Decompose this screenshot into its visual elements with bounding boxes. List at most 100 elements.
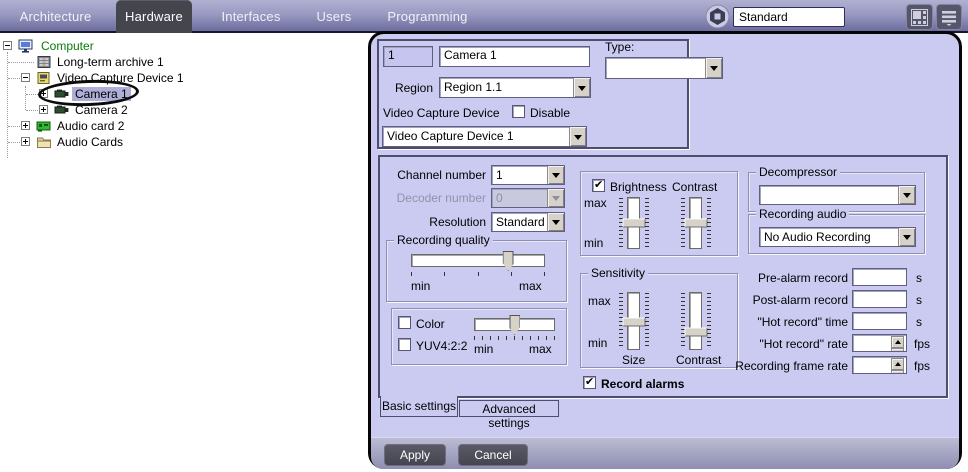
hot-record-rate-spinner[interactable]	[852, 334, 907, 352]
menu-tab-interfaces[interactable]: Interfaces	[205, 0, 297, 33]
resolution-label: Resolution	[429, 215, 486, 229]
brightness-label: Brightness	[610, 180, 667, 194]
apply-button[interactable]: Apply	[384, 444, 446, 466]
record-alarms-checkbox[interactable]	[583, 375, 596, 389]
expand-toggle-icon[interactable]	[21, 137, 30, 146]
tree-item-audio-cards-folder[interactable]: Audio Cards	[0, 134, 360, 150]
contrast-slider[interactable]	[684, 197, 707, 249]
chevron-down-icon[interactable]	[547, 213, 564, 231]
recording-audio-select[interactable]: No Audio Recording	[759, 227, 916, 247]
hot-record-time-unit: s	[916, 315, 922, 329]
dialog-button-bar: Apply Cancel	[371, 437, 959, 469]
recording-quality-slider[interactable]	[411, 251, 545, 271]
chevron-down-icon	[547, 189, 564, 207]
spinner-buttons[interactable]	[891, 358, 904, 373]
slider-thumb[interactable]	[622, 218, 645, 228]
post-alarm-record-field[interactable]	[852, 290, 907, 308]
screen-layout-grid-icon[interactable]	[906, 4, 933, 30]
disable-checkbox[interactable]	[512, 105, 525, 118]
expand-toggle-icon[interactable]	[21, 121, 30, 130]
settings-box: Channel number 1 Decoder number 0 Resolu…	[378, 155, 948, 398]
collapse-toggle-icon[interactable]	[3, 41, 12, 50]
slider-ticks	[474, 336, 555, 340]
color-slider[interactable]	[474, 315, 555, 335]
min-label: min	[474, 342, 494, 356]
color-group: Color YUV4:2:2 min max	[391, 308, 567, 365]
decoder-number-select: 0	[491, 188, 565, 208]
chevron-down-icon[interactable]	[547, 166, 564, 184]
decompressor-select[interactable]	[759, 185, 916, 205]
slider-ticks	[681, 293, 685, 349]
identity-box: 1 Camera 1 Region Region 1.1 Video Captu…	[377, 39, 689, 149]
profile-input[interactable]	[733, 7, 845, 27]
vcd-select[interactable]: Video Capture Device 1	[382, 126, 587, 147]
resolution-select[interactable]: Standard	[491, 212, 565, 232]
hardware-tree: Computer Long-term archive 1 Video Captu…	[0, 36, 365, 472]
post-alarm-unit: s	[916, 293, 922, 307]
chevron-down-icon[interactable]	[898, 186, 915, 204]
yuv-checkbox[interactable]	[398, 338, 411, 351]
id-field[interactable]: 1	[383, 46, 433, 67]
tree-item-audio-card[interactable]: Audio card 2	[0, 118, 360, 134]
type-label: Type:	[605, 40, 635, 54]
size-label: Size	[622, 353, 646, 367]
menu-tab-programming[interactable]: Programming	[385, 0, 470, 33]
tree-item-video-capture-device[interactable]: Video Capture Device 1	[0, 70, 360, 86]
recording-quality-title: Recording quality	[394, 233, 493, 247]
slider-thumb[interactable]	[684, 218, 707, 228]
recording-audio-group: Recording audio No Audio Recording	[748, 207, 925, 254]
disable-label: Disable	[530, 106, 571, 120]
tree-item-camera-2[interactable]: Camera 2	[0, 102, 360, 118]
expand-toggle-icon[interactable]	[39, 89, 48, 98]
spin-up-icon	[891, 358, 904, 370]
recording-frame-rate-label: Recording frame rate	[735, 359, 848, 373]
tree-item-camera-1[interactable]: Camera 1	[0, 86, 360, 102]
brightness-checkbox[interactable]	[592, 178, 605, 192]
name-field[interactable]: Camera 1	[439, 46, 590, 67]
sensitivity-contrast-slider[interactable]	[684, 292, 707, 350]
sensitivity-contrast-label: Contrast	[676, 353, 722, 367]
slider-thumb[interactable]	[509, 315, 520, 335]
decoder-number-label: Decoder number	[396, 191, 486, 205]
spinner-buttons[interactable]	[891, 336, 904, 351]
brightness-slider[interactable]	[622, 197, 645, 249]
chevron-down-icon[interactable]	[898, 228, 915, 246]
slider-thumb[interactable]	[502, 251, 514, 271]
tab-basic-settings[interactable]: Basic settings	[380, 396, 458, 417]
chevron-down-icon[interactable]	[705, 58, 722, 78]
recording-frame-rate-spinner[interactable]	[852, 356, 907, 374]
slider-thumb[interactable]	[622, 317, 645, 327]
recording-audio-value: No Audio Recording	[764, 230, 871, 244]
slider-ticks	[411, 272, 545, 276]
tab-advanced-settings[interactable]: Advanced settings	[459, 400, 559, 430]
max-label: max	[519, 279, 542, 293]
cancel-button[interactable]: Cancel	[458, 444, 528, 466]
menu-tab-architecture[interactable]: Architecture	[8, 0, 103, 33]
folder-icon	[36, 135, 52, 152]
menu-tab-hardware[interactable]: Hardware	[116, 0, 192, 33]
color-checkbox[interactable]	[398, 316, 411, 329]
chevron-down-icon[interactable]	[569, 127, 586, 146]
expand-toggle-icon[interactable]	[39, 105, 48, 114]
menu-tab-users[interactable]: Users	[305, 0, 363, 33]
tree-item-archive[interactable]: Long-term archive 1	[0, 54, 360, 70]
chevron-down-icon[interactable]	[573, 78, 590, 97]
sensitivity-size-slider[interactable]	[622, 292, 645, 350]
max-label: max	[584, 196, 607, 210]
hot-record-rate-unit: fps	[914, 337, 931, 351]
pre-alarm-record-field[interactable]	[852, 268, 907, 286]
slider-ticks	[645, 293, 649, 349]
hot-record-rate-label: "Hot record" rate	[759, 337, 848, 351]
tree-item-computer[interactable]: Computer	[0, 38, 360, 54]
max-label: max	[588, 294, 611, 308]
channel-number-select[interactable]: 1	[491, 165, 565, 185]
hamburger-menu-icon[interactable]	[936, 4, 962, 30]
collapse-toggle-icon[interactable]	[21, 73, 30, 82]
hot-record-time-field[interactable]	[852, 312, 907, 330]
slider-ticks	[707, 293, 711, 349]
type-select[interactable]	[605, 57, 723, 79]
max-label: max	[529, 342, 552, 356]
region-select[interactable]: Region 1.1	[439, 77, 591, 98]
slider-thumb[interactable]	[684, 327, 707, 337]
application-window: Architecture Hardware Interfaces Users P…	[0, 0, 968, 472]
